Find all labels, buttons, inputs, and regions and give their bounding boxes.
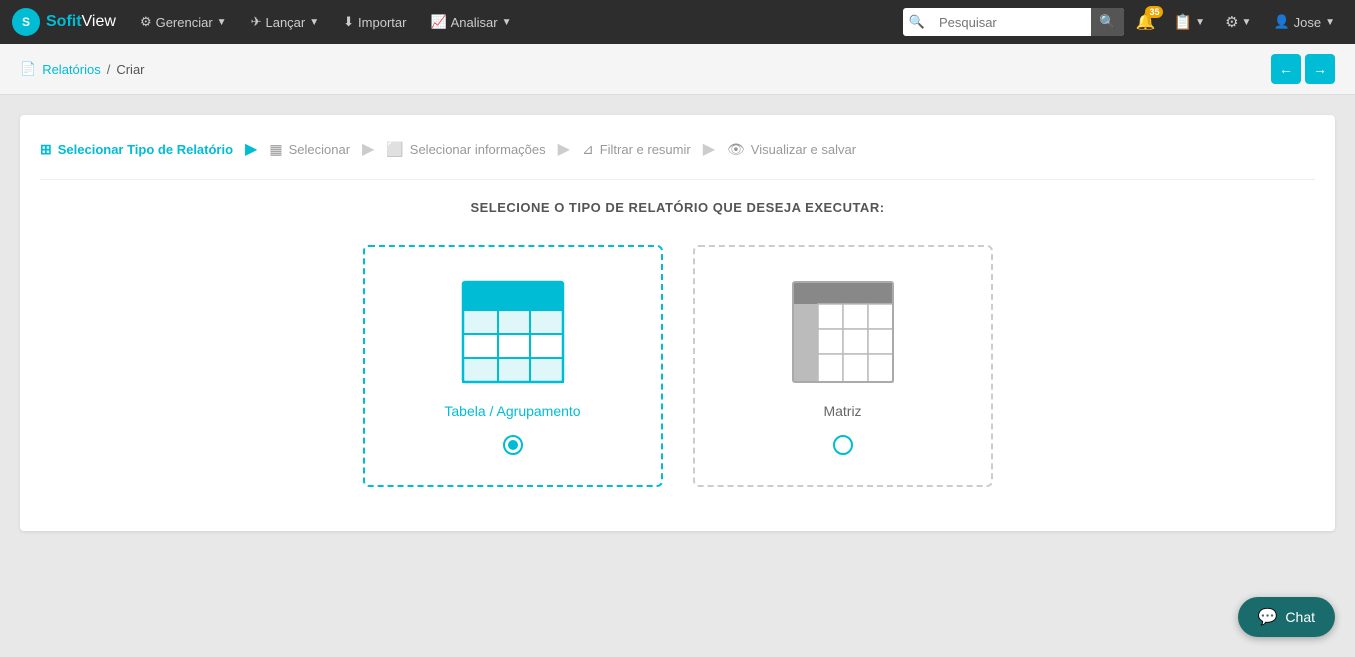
- report-type-title: SELECIONE O TIPO DE RELATÓRIO QUE DESEJA…: [40, 200, 1315, 215]
- filter-icon: ⊿: [582, 141, 594, 158]
- breadcrumb-current: Criar: [116, 62, 144, 77]
- nav-gerenciar[interactable]: ⚙ Gerenciar ▼: [130, 8, 237, 36]
- chevron-down-icon: ▼: [217, 17, 227, 28]
- breadcrumb-separator: /: [107, 62, 111, 77]
- grid-icon: ⊞: [40, 141, 52, 158]
- wizard-step-3[interactable]: ⬜ Selecionar informações: [386, 141, 545, 158]
- search-input[interactable]: [931, 15, 1091, 30]
- matriz-radio[interactable]: [833, 435, 853, 455]
- report-type-section: SELECIONE O TIPO DE RELATÓRIO QUE DESEJA…: [40, 180, 1315, 507]
- nav-lancar[interactable]: ✈ Lançar ▼: [241, 8, 330, 36]
- nav-analisar[interactable]: 📈 Analisar ▼: [420, 8, 521, 36]
- eye-icon: 👁: [727, 141, 745, 158]
- chevron-down-icon: ▼: [502, 17, 512, 28]
- wizard-steps: ⊞ Selecionar Tipo de Relatório ▶ ▦ Selec…: [40, 139, 1315, 180]
- gear-icon: ⚙: [140, 14, 152, 30]
- chart-icon: 📈: [430, 14, 446, 30]
- wizard-arrow-3: ▶: [558, 139, 570, 159]
- wizard-card: ⊞ Selecionar Tipo de Relatório ▶ ▦ Selec…: [20, 115, 1335, 531]
- tabela-icon: [458, 277, 568, 387]
- matriz-label: Matriz: [823, 403, 861, 419]
- brand: S SofitView: [12, 8, 116, 36]
- user-menu[interactable]: 👤 Jose ▼: [1265, 10, 1343, 34]
- columns-icon: ⬜: [386, 141, 403, 158]
- report-type-options: Tabela / Agrupamento: [40, 245, 1315, 487]
- report-option-tabela[interactable]: Tabela / Agrupamento: [363, 245, 663, 487]
- chevron-down-icon: ▼: [1195, 17, 1205, 28]
- wizard-arrow-4: ▶: [703, 139, 715, 159]
- back-button[interactable]: ←: [1271, 54, 1301, 84]
- chat-bubble-icon: 💬: [1258, 607, 1278, 627]
- import-icon: ⬇: [343, 14, 354, 30]
- forward-button[interactable]: →: [1305, 54, 1335, 84]
- nav-arrows: ← →: [1271, 54, 1335, 84]
- wizard-step-5[interactable]: 👁 Visualizar e salvar: [727, 141, 856, 158]
- chevron-down-icon: ▼: [1242, 17, 1252, 28]
- user-icon: 👤: [1273, 14, 1289, 30]
- wizard-arrow-2: ▶: [362, 139, 374, 159]
- wizard-step-1[interactable]: ⊞ Selecionar Tipo de Relatório: [40, 141, 233, 158]
- search-button[interactable]: 🔍: [1091, 8, 1124, 36]
- notification-button[interactable]: 🔔 35: [1132, 8, 1160, 36]
- tabela-label: Tabela / Agrupamento: [444, 403, 580, 419]
- breadcrumb: 📄 Relatórios / Criar: [20, 61, 145, 77]
- search-box: 🔍 🔍: [903, 8, 1124, 36]
- main-content: ⊞ Selecionar Tipo de Relatório ▶ ▦ Selec…: [0, 95, 1355, 551]
- search-icon-left: 🔍: [903, 14, 931, 30]
- breadcrumb-parent[interactable]: Relatórios: [42, 62, 101, 77]
- table-icon: ▦: [269, 141, 282, 158]
- brand-name: SofitView: [46, 13, 116, 31]
- settings-button[interactable]: ⚙ ▼: [1219, 9, 1257, 35]
- clipboard-button[interactable]: 📋 ▼: [1167, 9, 1211, 35]
- page-icon: 📄: [20, 61, 36, 77]
- report-option-matriz[interactable]: Matriz: [693, 245, 993, 487]
- tabela-radio[interactable]: [503, 435, 523, 455]
- nav-importar[interactable]: ⬇ Importar: [333, 8, 416, 36]
- chevron-down-icon: ▼: [1325, 17, 1335, 28]
- navbar: S SofitView ⚙ Gerenciar ▼ ✈ Lançar ▼ ⬇ I…: [0, 0, 1355, 44]
- notification-badge: 35: [1145, 6, 1163, 18]
- launch-icon: ✈: [251, 14, 262, 30]
- wizard-arrow-1: ▶: [245, 139, 257, 159]
- breadcrumb-bar: 📄 Relatórios / Criar ← →: [0, 44, 1355, 95]
- navbar-right: 🔍 🔍 🔔 35 📋 ▼ ⚙ ▼ 👤 Jose ▼: [903, 8, 1343, 36]
- matriz-icon: [788, 277, 898, 387]
- wizard-step-2[interactable]: ▦ Selecionar: [269, 141, 350, 158]
- wizard-step-4[interactable]: ⊿ Filtrar e resumir: [582, 141, 691, 158]
- chat-button[interactable]: 💬 Chat: [1238, 597, 1336, 637]
- chevron-down-icon: ▼: [309, 17, 319, 28]
- brand-logo: S: [12, 8, 40, 36]
